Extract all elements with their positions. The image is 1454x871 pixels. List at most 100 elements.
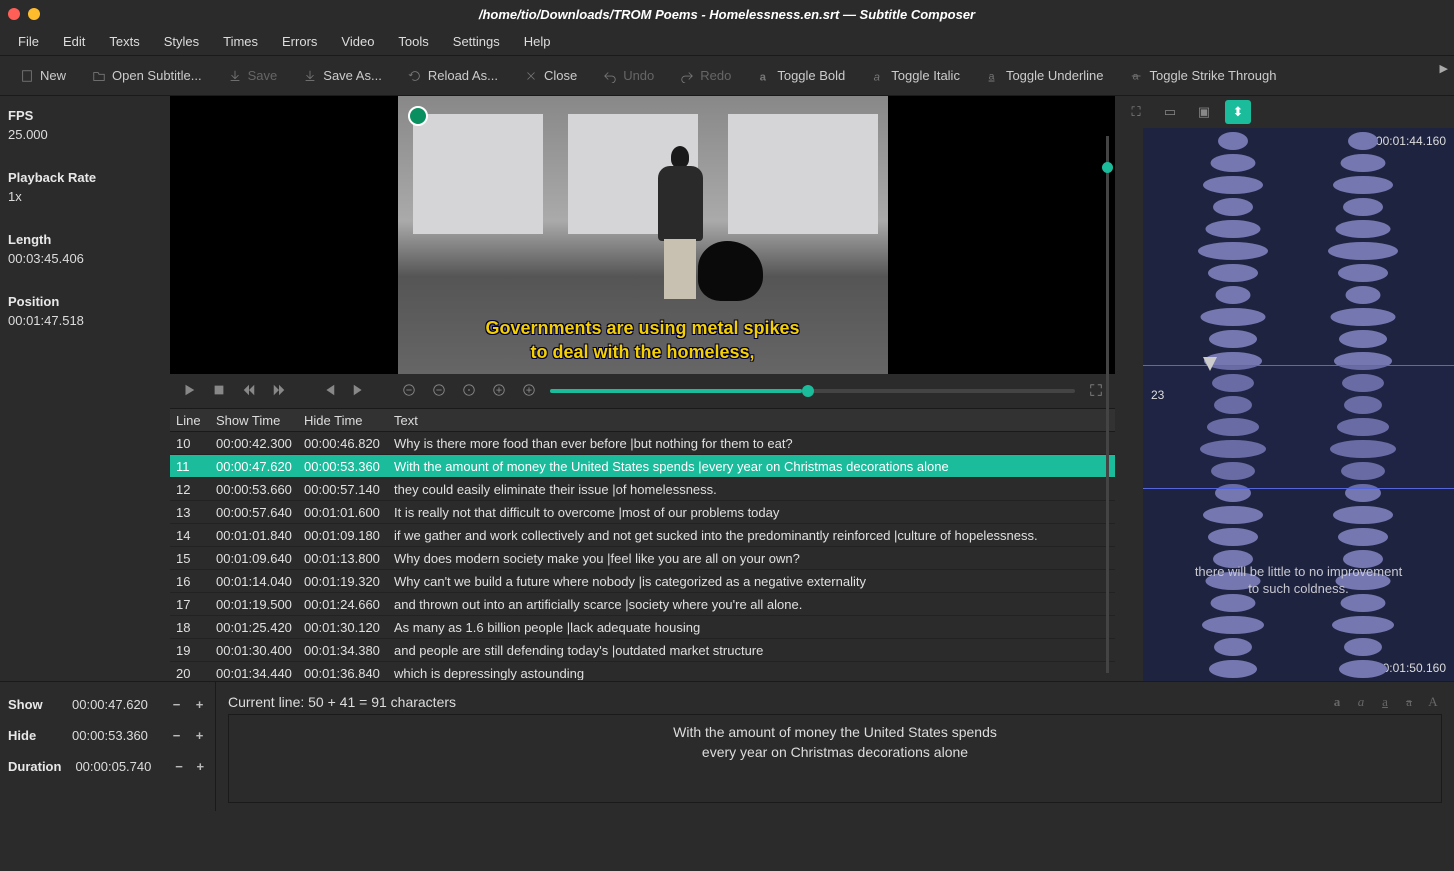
cell-show: 00:01:19.500 <box>210 597 298 612</box>
wave-zoom-out-button[interactable]: ⛶ <box>1123 100 1149 124</box>
duration-input[interactable] <box>69 756 164 777</box>
cell-line: 13 <box>170 505 210 520</box>
show-time-decrement[interactable]: − <box>169 695 184 715</box>
cell-hide: 00:01:09.180 <box>298 528 388 543</box>
toolbar-overflow-button[interactable]: ▶ <box>1440 62 1448 75</box>
close-button[interactable]: Close <box>512 62 589 89</box>
saveas-button[interactable]: Save As... <box>291 62 394 89</box>
menu-help[interactable]: Help <box>514 30 561 53</box>
seek-fwd2-button[interactable] <box>520 383 538 400</box>
forward-button[interactable] <box>270 383 288 400</box>
seek-slider[interactable] <box>550 389 1075 393</box>
seek-back2-button[interactable] <box>430 383 448 400</box>
duration-decrement[interactable]: − <box>172 757 185 777</box>
cell-text: With the amount of money the United Stat… <box>388 459 1115 474</box>
menu-edit[interactable]: Edit <box>53 30 95 53</box>
cell-text: and people are still defending today's |… <box>388 643 1115 658</box>
table-row[interactable]: 1400:01:01.84000:01:09.180if we gather a… <box>170 524 1115 547</box>
subtitle-text-editor[interactable]: With the amount of money the United Stat… <box>228 714 1442 803</box>
table-row[interactable]: 1600:01:14.04000:01:19.320Why can't we b… <box>170 570 1115 593</box>
italic-button[interactable]: a Toggle Italic <box>859 62 972 89</box>
wave-zoom-in-button[interactable]: ▭ <box>1157 100 1183 124</box>
table-row[interactable]: 1700:01:19.50000:01:24.660and thrown out… <box>170 593 1115 616</box>
waveform-selection-region[interactable] <box>1143 365 1454 489</box>
table-row[interactable]: 1100:00:47.62000:00:53.360With the amoun… <box>170 455 1115 478</box>
strike-button[interactable]: a Toggle Strike Through <box>1118 62 1289 89</box>
undo-label: Undo <box>623 68 654 83</box>
wave-autoscroll-button[interactable]: ⬍ <box>1225 100 1251 124</box>
minimize-window-button[interactable] <box>28 8 40 20</box>
seek-fwd-button[interactable] <box>490 383 508 400</box>
reload-button[interactable]: Reload As... <box>396 62 510 89</box>
menu-settings[interactable]: Settings <box>443 30 510 53</box>
play-button[interactable] <box>180 383 198 400</box>
menu-times[interactable]: Times <box>213 30 268 53</box>
save-button[interactable]: Save <box>216 62 290 89</box>
seek-current-button[interactable] <box>460 383 478 400</box>
menu-tools[interactable]: Tools <box>388 30 438 53</box>
cell-line: 17 <box>170 597 210 612</box>
wave-center-button[interactable]: ▣ <box>1191 100 1217 124</box>
table-row[interactable]: 1800:01:25.42000:01:30.120As many as 1.6… <box>170 616 1115 639</box>
cell-hide: 00:01:36.840 <box>298 666 388 681</box>
duration-increment[interactable]: + <box>194 757 207 777</box>
hide-time-increment[interactable]: + <box>192 726 207 746</box>
next-button[interactable] <box>350 383 368 400</box>
redo-label: Redo <box>700 68 731 83</box>
redo-button[interactable]: Redo <box>668 62 743 89</box>
undo-button[interactable]: Undo <box>591 62 666 89</box>
video-bag-shape <box>698 241 763 301</box>
header-show[interactable]: Show Time <box>210 413 298 428</box>
prev-button[interactable] <box>320 383 338 400</box>
cell-hide: 00:01:13.800 <box>298 551 388 566</box>
menubar: File Edit Texts Styles Times Errors Vide… <box>0 28 1454 56</box>
menu-errors[interactable]: Errors <box>272 30 327 53</box>
position-block: Position 00:01:47.518 <box>8 294 162 328</box>
table-row[interactable]: 2000:01:34.44000:01:36.840which is depre… <box>170 662 1115 680</box>
undo-icon <box>603 69 617 83</box>
show-time-increment[interactable]: + <box>192 695 207 715</box>
reload-icon <box>408 69 422 83</box>
waveform-slider-thumb[interactable] <box>1102 162 1113 173</box>
table-row[interactable]: 1200:00:53.66000:00:57.140they could eas… <box>170 478 1115 501</box>
hide-time-decrement[interactable]: − <box>169 726 184 746</box>
format-italic-button[interactable]: a <box>1352 694 1370 710</box>
format-color-button[interactable]: A <box>1424 694 1442 710</box>
underline-button[interactable]: a Toggle Underline <box>974 62 1116 89</box>
menu-file[interactable]: File <box>8 30 49 53</box>
show-time-label: Show <box>8 697 58 712</box>
waveform-vertical-slider[interactable] <box>1093 128 1121 681</box>
length-label: Length <box>8 232 162 247</box>
stop-button[interactable] <box>210 383 228 400</box>
new-button[interactable]: New <box>8 62 78 89</box>
bold-button[interactable]: a Toggle Bold <box>745 62 857 89</box>
format-bold-button[interactable]: a <box>1328 694 1346 710</box>
video-player[interactable]: Governments are using metal spikes to de… <box>170 96 1115 374</box>
video-bg-shape <box>728 114 878 234</box>
close-window-button[interactable] <box>8 8 20 20</box>
header-line[interactable]: Line <box>170 413 210 428</box>
format-underline-button[interactable]: a <box>1376 694 1394 710</box>
cell-text: Why is there more food than ever before … <box>388 436 1115 451</box>
seek-back-button[interactable] <box>400 383 418 400</box>
open-button[interactable]: Open Subtitle... <box>80 62 214 89</box>
table-body[interactable]: 1000:00:42.30000:00:46.820Why is there m… <box>170 432 1115 680</box>
menu-texts[interactable]: Texts <box>99 30 149 53</box>
format-strike-button[interactable]: a <box>1400 694 1418 710</box>
hide-time-input[interactable] <box>66 725 161 746</box>
menu-styles[interactable]: Styles <box>154 30 209 53</box>
show-time-input[interactable] <box>66 694 161 715</box>
table-row[interactable]: 1500:01:09.64000:01:13.800Why does moder… <box>170 547 1115 570</box>
rewind-button[interactable] <box>240 383 258 400</box>
format-buttons: a a a a A <box>1328 694 1442 710</box>
seek-thumb[interactable] <box>802 385 814 397</box>
waveform-display[interactable]: 00:01:44.160 00:01:50.160 23 there will … <box>1143 128 1454 681</box>
header-text[interactable]: Text <box>388 413 1115 428</box>
table-row[interactable]: 1000:00:42.30000:00:46.820Why is there m… <box>170 432 1115 455</box>
header-hide[interactable]: Hide Time <box>298 413 388 428</box>
table-row[interactable]: 1900:01:30.40000:01:34.380and people are… <box>170 639 1115 662</box>
menu-video[interactable]: Video <box>331 30 384 53</box>
seek-fill <box>550 389 802 393</box>
underline-icon: a <box>986 69 1000 83</box>
table-row[interactable]: 1300:00:57.64000:01:01.600It is really n… <box>170 501 1115 524</box>
